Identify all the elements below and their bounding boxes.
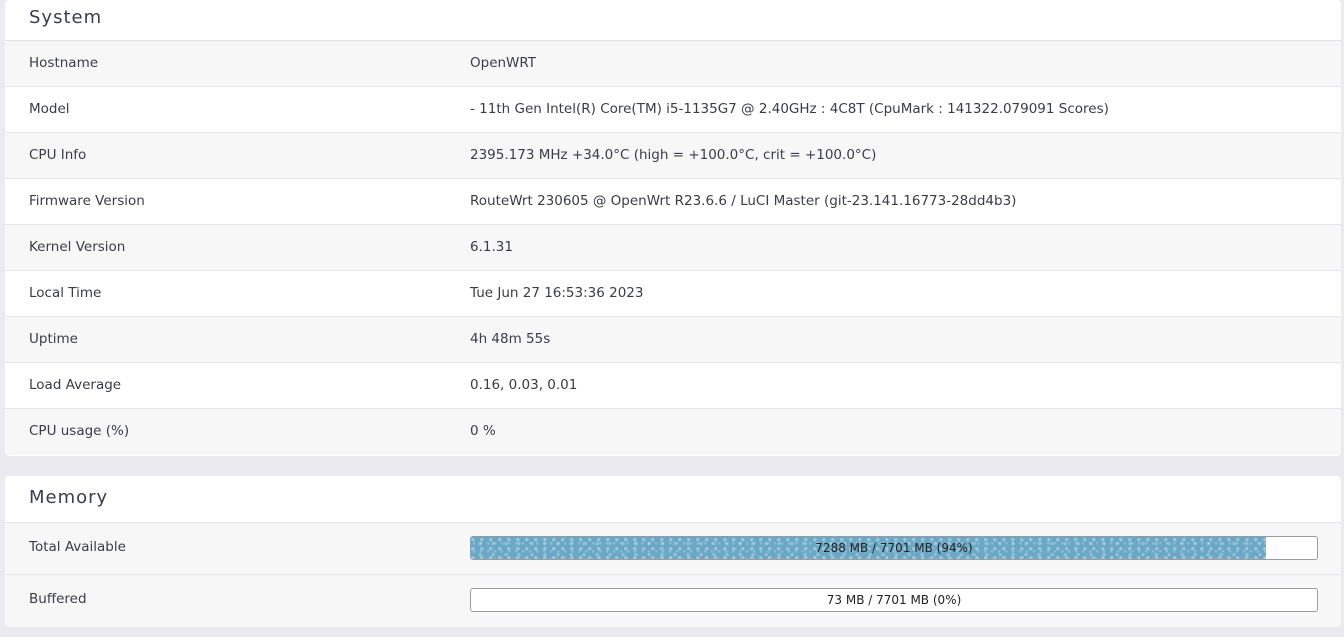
cpu-info-value: 2395.173 MHz +34.0°C (high = +100.0°C, c… [470,147,877,163]
total-available-bar-text: 7288 MB / 7701 MB (94%) [815,541,973,555]
row-buffered: Buffered 73 MB / 7701 MB (0%) [5,575,1341,627]
row-cpu-info: CPU Info 2395.173 MHz +34.0°C (high = +1… [5,133,1341,179]
row-model: Model - 11th Gen Intel(R) Core(TM) i5-11… [5,87,1341,133]
kernel-version-label: Kernel Version [29,239,126,255]
firmware-version-label: Firmware Version [29,193,145,209]
row-cpu-usage: CPU usage (%) 0 % [5,409,1341,455]
row-total-available: Total Available 7288 MB / 7701 MB (94%) [5,523,1341,575]
total-available-progress-bar: 7288 MB / 7701 MB (94%) [470,536,1318,560]
buffered-label: Buffered [29,591,87,607]
model-value: - 11th Gen Intel(R) Core(TM) i5-1135G7 @… [470,101,1109,117]
hostname-value: OpenWRT [470,55,537,71]
uptime-label: Uptime [29,331,78,347]
row-load-average: Load Average 0.16, 0.03, 0.01 [5,363,1341,409]
row-kernel-version: Kernel Version 6.1.31 [5,225,1341,271]
load-average-label: Load Average [29,377,122,393]
system-table: Hostname OpenWRT Model - 11th Gen Intel(… [5,41,1341,455]
cpu-usage-value: 0 % [470,423,496,439]
buffered-bar-text: 73 MB / 7701 MB (0%) [826,593,962,607]
row-firmware-version: Firmware Version RouteWrt 230605 @ OpenW… [5,179,1341,225]
row-local-time: Local Time Tue Jun 27 16:53:36 2023 [5,271,1341,317]
total-available-label: Total Available [29,539,126,555]
uptime-value: 4h 48m 55s [470,331,551,347]
local-time-label: Local Time [29,285,102,301]
memory-panel: Memory Total Available 7288 MB / 7701 MB… [5,476,1341,627]
cpu-info-label: CPU Info [29,147,87,163]
cpu-usage-label: CPU usage (%) [29,423,130,439]
hostname-label: Hostname [29,55,99,71]
kernel-version-value: 6.1.31 [470,239,513,255]
load-average-value: 0.16, 0.03, 0.01 [470,377,578,393]
row-hostname: Hostname OpenWRT [5,41,1341,87]
row-uptime: Uptime 4h 48m 55s [5,317,1341,363]
buffered-progress-bar: 73 MB / 7701 MB (0%) [470,588,1318,612]
firmware-version-value: RouteWrt 230605 @ OpenWrt R23.6.6 / LuCI… [470,193,1017,209]
system-panel: System Hostname OpenWRT Model - 11th Gen… [5,0,1341,456]
memory-title: Memory [5,476,1341,523]
model-label: Model [29,101,70,117]
system-title: System [5,0,1341,41]
local-time-value: Tue Jun 27 16:53:36 2023 [470,285,644,301]
